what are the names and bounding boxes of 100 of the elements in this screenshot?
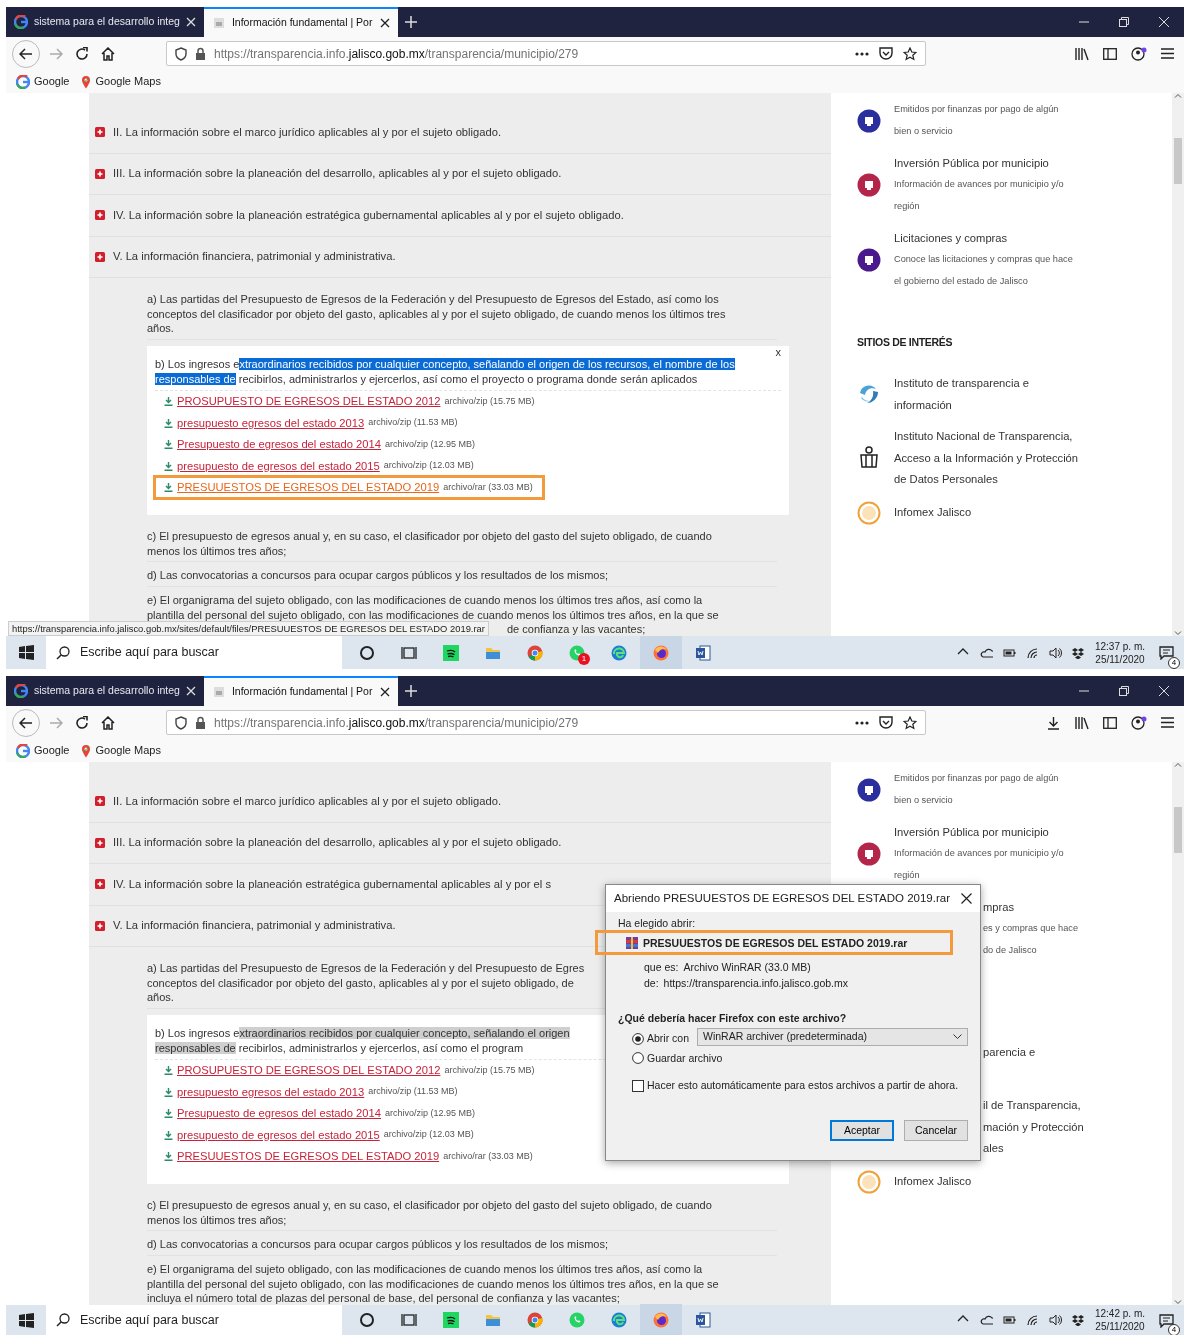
- status-url: https://transparencia.info.jalisco.gob.mx/sites/default/files/PRESUUESTOS DE EGRESOS DEL ESTADO 2019.rar: [8, 621, 489, 636]
- cloud-icon[interactable]: [979, 646, 993, 659]
- browser-tab[interactable]: sistema para el desarrollo integ: [6, 7, 204, 37]
- menu-icon[interactable]: [1161, 48, 1174, 59]
- site-link[interactable]: Infomex Jalisco: [894, 1170, 972, 1193]
- category-icon[interactable]: [857, 173, 881, 197]
- section-link[interactable]: V. La información financiera, patrimonial y administrativa.: [113, 248, 396, 266]
- scrollbar[interactable]: [1172, 762, 1184, 1305]
- clock[interactable]: 12:42 p. m. 25/11/2020: [1094, 1307, 1145, 1333]
- library-icon[interactable]: [1074, 46, 1089, 61]
- bookmark-link[interactable]: Google Maps: [81, 742, 161, 759]
- site-link[interactable]: Instituto Nacional de Transparencia, Acceso a la Información y Protección de Datos Personales: [894, 426, 1079, 491]
- download-icon[interactable]: [1047, 715, 1060, 730]
- close-button[interactable]: x: [775, 345, 781, 358]
- file-link[interactable]: Presupuesto de egresos del estado 2014: [177, 1105, 381, 1122]
- bookmark-link[interactable]: Google Maps: [81, 73, 161, 90]
- plus-square-icon[interactable]: [95, 127, 105, 138]
- menu-icon[interactable]: [1161, 717, 1174, 728]
- close-icon[interactable]: [379, 687, 390, 697]
- section-link[interactable]: IV. La información sobre la planeación estratégica gubernamental aplicables al y por el sujeto obligado.: [113, 206, 624, 224]
- category-icon[interactable]: [857, 248, 881, 272]
- address-bar[interactable]: https://transparencia.info.jalisco.gob.mx/transparencia/municipio/279: [166, 41, 926, 66]
- section-link[interactable]: IV. La información sobre la planeación estratégica gubernamental aplicables al y por el s: [113, 875, 552, 893]
- cloud-icon[interactable]: [979, 1314, 993, 1326]
- section-link[interactable]: II. La información sobre el marco jurídico aplicables al y por el sujeto obligado.: [113, 792, 502, 810]
- site-link[interactable]: Instituto de transparencia e información: [894, 373, 1029, 416]
- chevron-up-icon: [1174, 93, 1182, 98]
- file-link[interactable]: presupuesto egresos del estado 2013: [177, 414, 365, 432]
- browser-tab[interactable]: Información fundamental | Por: [203, 676, 398, 706]
- file-link[interactable]: Presupuesto de egresos del estado 2014: [177, 436, 381, 453]
- site-logo-icon[interactable]: [857, 446, 881, 471]
- wifi-icon[interactable]: [1025, 646, 1039, 659]
- scrollbar-thumb[interactable]: [1174, 807, 1182, 853]
- file-link[interactable]: presupuesto de egresos del estado 2015: [177, 457, 380, 475]
- site-link[interactable]: Infomex Jalisco: [894, 501, 972, 524]
- battery-icon[interactable]: [1002, 1314, 1016, 1326]
- close-icon[interactable]: [379, 18, 390, 28]
- pocket-icon[interactable]: [879, 47, 893, 60]
- wifi-icon[interactable]: [1025, 1314, 1039, 1326]
- checkbox-option[interactable]: Hacer esto automáticamente para estos archivos a partir de ahora.: [632, 1078, 959, 1094]
- file-link[interactable]: presupuesto de egresos del estado 2015: [177, 1126, 380, 1144]
- section-link[interactable]: II. La información sobre el marco jurídico aplicables al y por el sujeto obligado.: [113, 123, 502, 141]
- scrollbar-thumb[interactable]: [1174, 138, 1182, 184]
- speaker-icon[interactable]: [1048, 646, 1062, 659]
- box-icon[interactable]: [1071, 1314, 1085, 1326]
- plus-icon: [404, 685, 417, 697]
- bookmark-link[interactable]: Google: [16, 742, 70, 759]
- box-icon[interactable]: [1071, 646, 1085, 659]
- notifications-button[interactable]: 4: [1155, 1308, 1178, 1332]
- clock[interactable]: 12:37 p. m. 25/11/2020: [1094, 639, 1145, 666]
- radio-option[interactable]: Abrir con: [632, 1030, 689, 1047]
- file-link[interactable]: presupuesto egresos del estado 2013: [177, 1083, 365, 1101]
- plus-square-icon[interactable]: [95, 879, 105, 890]
- sidebar-link[interactable]: Inversión Pública por municipio: [894, 153, 1114, 174]
- dialog-button[interactable]: Cancelar: [904, 1120, 968, 1141]
- browser-tab[interactable]: Información fundamental | Por: [203, 7, 398, 37]
- plus-square-icon[interactable]: [95, 837, 105, 848]
- category-icon[interactable]: [857, 842, 881, 866]
- radio-option[interactable]: Guardar archivo: [632, 1050, 723, 1067]
- category-icon[interactable]: [857, 777, 881, 802]
- browser-tab[interactable]: sistema para el desarrollo integ: [6, 676, 204, 706]
- sidebar-link[interactable]: Licitaciones y compras: [894, 228, 1114, 249]
- search-field[interactable]: Escribe aquí para buscar: [46, 1303, 342, 1335]
- file-link[interactable]: PROSUPUESTO DE EGRESOS DEL ESTADO 2012: [177, 1062, 441, 1079]
- plus-square-icon[interactable]: [95, 251, 105, 262]
- section-link[interactable]: V. La información financiera, patrimonial y administrativa.: [113, 917, 396, 935]
- account-icon[interactable]: [1131, 46, 1147, 61]
- more-dots-icon[interactable]: [855, 51, 869, 56]
- category-icon[interactable]: [857, 108, 881, 133]
- plus-square-icon[interactable]: [95, 796, 105, 807]
- plus-square-icon[interactable]: [95, 168, 105, 179]
- google-icon: [16, 743, 30, 758]
- plus-square-icon[interactable]: [95, 210, 105, 221]
- account-icon[interactable]: [1131, 715, 1147, 730]
- more-dots-icon[interactable]: [855, 720, 869, 725]
- star-icon[interactable]: [903, 715, 917, 730]
- library-icon[interactable]: [1074, 715, 1089, 730]
- taskbar-app[interactable]: [640, 1303, 682, 1335]
- section-link[interactable]: III. La información sobre la planeación del desarrollo, aplicables al y por el sujeto obligado.: [113, 165, 562, 183]
- file-link[interactable]: PROSUPUESTO DE EGRESOS DEL ESTADO 2012: [177, 393, 441, 410]
- section-link[interactable]: III. La información sobre la planeación del desarrollo, aplicables al y por el sujeto obligado.: [113, 834, 562, 852]
- star-icon[interactable]: [903, 46, 917, 61]
- home-icon: [101, 715, 115, 730]
- dialog-button[interactable]: Aceptar: [830, 1120, 894, 1141]
- search-field[interactable]: Escribe aquí para buscar: [46, 636, 342, 669]
- battery-icon[interactable]: [1002, 646, 1016, 659]
- sidebar-link[interactable]: Inversión Pública por municipio: [894, 822, 1114, 843]
- address-bar[interactable]: https://transparencia.info.jalisco.gob.mx/transparencia/municipio/279: [166, 710, 926, 735]
- taskbar-app[interactable]: 1: [556, 636, 598, 669]
- speaker-icon[interactable]: [1048, 1314, 1062, 1326]
- sidebar-icon[interactable]: [1103, 47, 1117, 60]
- sidebar-link[interactable]: mpras: [983, 897, 1077, 918]
- bookmark-link[interactable]: Google: [16, 73, 70, 90]
- app-select[interactable]: WinRAR archiver (predeterminada): [697, 1027, 968, 1046]
- sidebar-icon[interactable]: [1103, 716, 1117, 729]
- pocket-icon[interactable]: [879, 716, 893, 729]
- plus-square-icon[interactable]: [95, 920, 105, 931]
- restore-icon: [1119, 17, 1129, 27]
- file-link[interactable]: PRESUUESTOS DE EGRESOS DEL ESTADO 2019: [177, 1148, 440, 1165]
- scrollbar[interactable]: [1172, 93, 1184, 636]
